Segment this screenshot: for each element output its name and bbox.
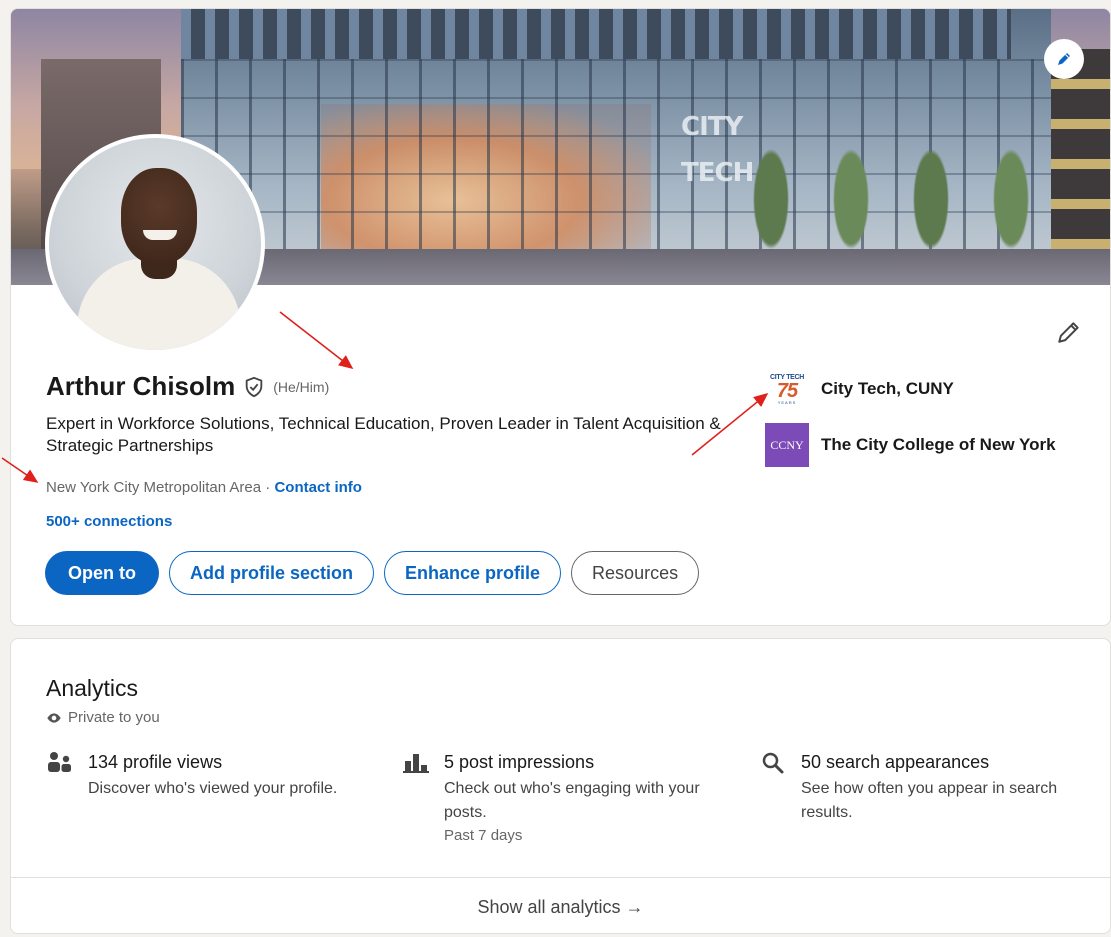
profile-photo[interactable] — [45, 134, 265, 354]
add-profile-section-button[interactable]: Add profile section — [169, 551, 375, 595]
analytics-title: Analytics — [46, 675, 139, 701]
pencil-icon — [1058, 322, 1079, 343]
people-icon — [48, 752, 71, 772]
name-row: Arthur Chisolm (He/Him) — [46, 371, 329, 402]
separator: · — [261, 479, 275, 496]
privacy-note: Private to you — [46, 709, 160, 726]
profile-headline: Expert in Workforce Solutions, Technical… — [46, 414, 721, 455]
analytics-card: Analytics Private to you 134 profile vie… — [10, 638, 1111, 934]
banner-sign-text: CITY TECH — [681, 112, 754, 188]
education-item-citytech[interactable]: CITY TECH 75 YEARS City Tech, CUNY — [765, 367, 954, 411]
education-name: The City College of New York — [821, 435, 1056, 454]
stat-profile-views[interactable]: 134 profile views Discover who's viewed … — [46, 749, 368, 801]
profile-card: CITY TECH Arthur Chisolm (He/Him) Expert… — [10, 8, 1111, 626]
stat-post-impressions[interactable]: 5 post impressions Check out who's engag… — [402, 749, 724, 847]
location-row: New York City Metropolitan Area · Contac… — [46, 479, 362, 496]
ccny-logo: CCNY — [765, 423, 809, 467]
bar-chart-icon — [403, 754, 429, 773]
show-all-analytics-button[interactable]: Show all analytics → — [11, 879, 1110, 933]
stat-title: 50 search appearances — [801, 752, 990, 772]
profile-name: Arthur Chisolm — [46, 371, 236, 401]
stat-description: Discover who's viewed your profile. — [88, 780, 338, 797]
location: New York City Metropolitan Area — [46, 479, 262, 496]
profile-actions: Open to Add profile section Enhance prof… — [45, 551, 700, 595]
stat-title: 134 profile views — [88, 752, 223, 772]
edit-intro-button[interactable] — [1051, 314, 1087, 350]
pronouns: (He/Him) — [273, 378, 330, 395]
connections-link[interactable]: 500+ connections — [46, 513, 172, 530]
contact-info-link[interactable]: Contact info — [274, 479, 362, 496]
divider — [11, 877, 1110, 878]
enhance-profile-button[interactable]: Enhance profile — [384, 551, 562, 595]
education-item-ccny[interactable]: CCNY The City College of New York — [765, 423, 1056, 467]
citytech-logo: CITY TECH 75 YEARS — [765, 367, 809, 411]
stat-search-appearances[interactable]: 50 search appearances See how often you … — [759, 749, 1081, 825]
verified-shield-icon[interactable] — [243, 376, 265, 398]
resources-button[interactable]: Resources — [571, 551, 700, 595]
search-icon — [762, 752, 784, 774]
stat-title: 5 post impressions — [444, 752, 595, 772]
eye-icon — [47, 712, 61, 723]
edit-banner-button[interactable] — [1044, 39, 1084, 79]
stat-timeframe: Past 7 days — [444, 827, 523, 844]
open-to-button[interactable]: Open to — [45, 551, 159, 595]
pencil-icon — [1058, 53, 1070, 65]
stat-description: See how often you appear in search resul… — [801, 780, 1058, 821]
stat-description: Check out who's engaging with your posts… — [444, 780, 700, 821]
education-name: City Tech, CUNY — [821, 379, 954, 398]
